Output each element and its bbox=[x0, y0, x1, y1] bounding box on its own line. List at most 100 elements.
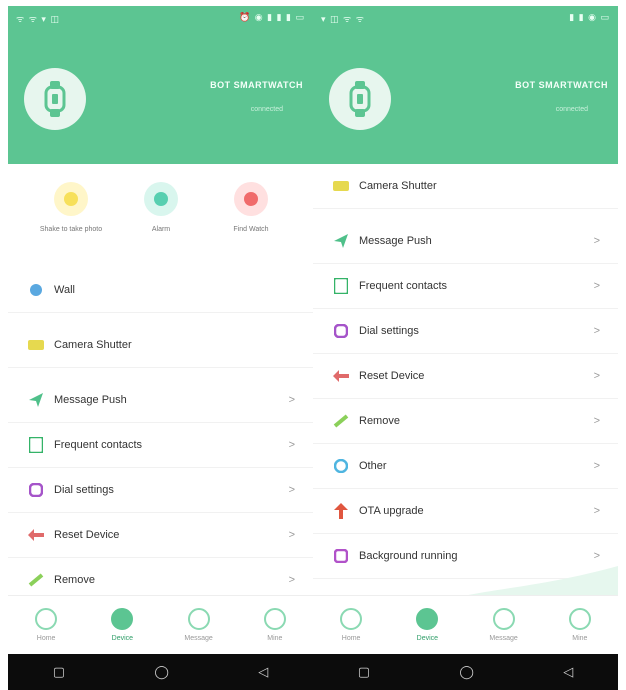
settings-list: Camera Shutter Message Push > Frequent c… bbox=[313, 164, 618, 579]
recents-button[interactable]: ▢ bbox=[53, 664, 65, 680]
quick-find-watch[interactable]: Find Watch bbox=[216, 182, 286, 233]
camera-icon bbox=[28, 337, 44, 353]
quick-actions: Shake to take photo Alarm Find Watch bbox=[8, 176, 313, 246]
chevron-right-icon: > bbox=[593, 325, 600, 337]
chevron-right-icon: > bbox=[288, 484, 295, 496]
menu-item-other[interactable]: Other > bbox=[313, 444, 618, 489]
device-icon bbox=[111, 608, 134, 630]
phone-screen-left: ᯤ ᯤ ▾ ◫ ⏰ ◉ ▮ ▮ ▮ ▭ BOT SMARTWATCH conne… bbox=[8, 6, 313, 690]
contacts-icon bbox=[28, 437, 44, 453]
background-icon bbox=[333, 548, 349, 564]
recents-button[interactable]: ▢ bbox=[358, 664, 370, 680]
menu-item-reset-device[interactable]: Reset Device > bbox=[313, 354, 618, 399]
chevron-right-icon: > bbox=[593, 370, 600, 382]
quick-label: Alarm bbox=[151, 226, 171, 233]
tab-label: Home bbox=[341, 635, 361, 642]
chevron-right-icon: > bbox=[593, 415, 600, 427]
system-nav-bar: ▢ ◯ ◁ bbox=[313, 654, 618, 690]
menu-label: Remove bbox=[54, 574, 95, 586]
menu-item-remove[interactable]: Remove > bbox=[313, 399, 618, 444]
chevron-right-icon: > bbox=[593, 235, 600, 247]
menu-item-dial-settings[interactable]: Dial settings > bbox=[8, 468, 313, 513]
chevron-right-icon: > bbox=[593, 460, 600, 472]
home-icon bbox=[35, 608, 58, 630]
watch-avatar[interactable] bbox=[24, 68, 86, 130]
phone-screen-right: ▾ ◫ ᯤ ᯤ ▮ ▮ ◉ ▭ BOT SMARTWATCH connected… bbox=[313, 6, 618, 690]
menu-label: Other bbox=[359, 460, 387, 472]
tab-message[interactable]: Message bbox=[466, 596, 542, 654]
menu-label: Reset Device bbox=[359, 370, 425, 382]
tab-message[interactable]: Message bbox=[161, 596, 237, 654]
back-button[interactable]: ◁ bbox=[563, 664, 573, 680]
home-icon bbox=[340, 608, 363, 630]
home-button[interactable]: ◯ bbox=[459, 664, 474, 680]
menu-label: Remove bbox=[359, 415, 400, 427]
menu-item-camera-shutter[interactable]: Camera Shutter bbox=[313, 164, 618, 209]
tab-label: Message bbox=[489, 635, 518, 642]
camera-icon bbox=[54, 182, 88, 216]
menu-label: Camera Shutter bbox=[54, 339, 132, 351]
menu-label: Reset Device bbox=[54, 529, 120, 541]
send-icon bbox=[333, 233, 349, 249]
status-left: ▾ ◫ ᯤ ᯤ bbox=[321, 14, 365, 24]
reset-icon bbox=[28, 527, 44, 543]
bottom-tab-bar: Home Device Message Mine bbox=[313, 595, 618, 654]
menu-item-reset-device[interactable]: Reset Device > bbox=[8, 513, 313, 558]
message-icon bbox=[492, 608, 515, 630]
upgrade-icon bbox=[333, 503, 349, 519]
device-icon bbox=[416, 608, 439, 630]
chevron-right-icon: > bbox=[593, 280, 600, 292]
chevron-right-icon: > bbox=[288, 574, 295, 586]
quick-alarm[interactable]: Alarm bbox=[126, 182, 196, 233]
device-status: connected bbox=[555, 106, 588, 113]
menu-item-wall[interactable]: Wall bbox=[8, 268, 313, 313]
menu-label: Frequent contacts bbox=[359, 280, 448, 292]
tab-device[interactable]: Device bbox=[389, 596, 465, 654]
menu-label: Message Push bbox=[359, 235, 432, 247]
decorative-wave bbox=[463, 566, 618, 596]
profile-icon bbox=[263, 608, 286, 630]
device-header: ᯤ ᯤ ▾ ◫ ⏰ ◉ ▮ ▮ ▮ ▭ BOT SMARTWATCH conne… bbox=[8, 6, 313, 164]
home-button[interactable]: ◯ bbox=[154, 664, 169, 680]
menu-item-frequent-contacts[interactable]: Frequent contacts > bbox=[313, 264, 618, 309]
tab-home[interactable]: Home bbox=[8, 596, 84, 654]
menu-item-frequent-contacts[interactable]: Frequent contacts > bbox=[8, 423, 313, 468]
menu-label: Dial settings bbox=[359, 325, 419, 337]
tab-label: Mine bbox=[267, 635, 283, 642]
device-name: BOT SMARTWATCH bbox=[210, 80, 303, 90]
dial-icon bbox=[28, 482, 44, 498]
system-nav-bar: ▢ ◯ ◁ bbox=[8, 654, 313, 690]
status-bar: ᯤ ᯤ ▾ ◫ ⏰ ◉ ▮ ▮ ▮ ▭ bbox=[16, 12, 305, 26]
tab-mine[interactable]: Mine bbox=[542, 596, 618, 654]
menu-item-dial-settings[interactable]: Dial settings > bbox=[313, 309, 618, 354]
wall-icon bbox=[28, 282, 44, 298]
chevron-right-icon: > bbox=[288, 529, 295, 541]
menu-label: Message Push bbox=[54, 394, 127, 406]
menu-label: Wall bbox=[54, 284, 75, 296]
menu-item-ota-upgrade[interactable]: OTA upgrade > bbox=[313, 489, 618, 534]
find-icon bbox=[234, 182, 268, 216]
menu-item-message-push[interactable]: Message Push > bbox=[8, 378, 313, 423]
status-left: ᯤ ᯤ ▾ ◫ bbox=[16, 14, 60, 24]
chevron-right-icon: > bbox=[288, 394, 295, 406]
menu-item-camera-shutter[interactable]: Camera Shutter bbox=[8, 323, 313, 368]
menu-label: Background running bbox=[359, 550, 458, 562]
menu-label: Frequent contacts bbox=[54, 439, 143, 451]
menu-item-message-push[interactable]: Message Push > bbox=[313, 219, 618, 264]
quick-shake-photo[interactable]: Shake to take photo bbox=[36, 182, 106, 233]
tab-mine[interactable]: Mine bbox=[237, 596, 313, 654]
quick-label: Find Watch bbox=[233, 226, 269, 233]
chevron-right-icon: > bbox=[593, 505, 600, 517]
message-icon bbox=[187, 608, 210, 630]
tab-label: Home bbox=[36, 635, 56, 642]
menu-label: Camera Shutter bbox=[359, 180, 437, 192]
back-button[interactable]: ◁ bbox=[258, 664, 268, 680]
watch-avatar[interactable] bbox=[329, 68, 391, 130]
tab-home[interactable]: Home bbox=[313, 596, 389, 654]
tab-label: Device bbox=[111, 635, 134, 642]
device-status: connected bbox=[250, 106, 283, 113]
menu-label: Dial settings bbox=[54, 484, 114, 496]
tab-device[interactable]: Device bbox=[84, 596, 160, 654]
status-bar: ▾ ◫ ᯤ ᯤ ▮ ▮ ◉ ▭ bbox=[321, 12, 610, 26]
menu-label: OTA upgrade bbox=[359, 505, 424, 517]
